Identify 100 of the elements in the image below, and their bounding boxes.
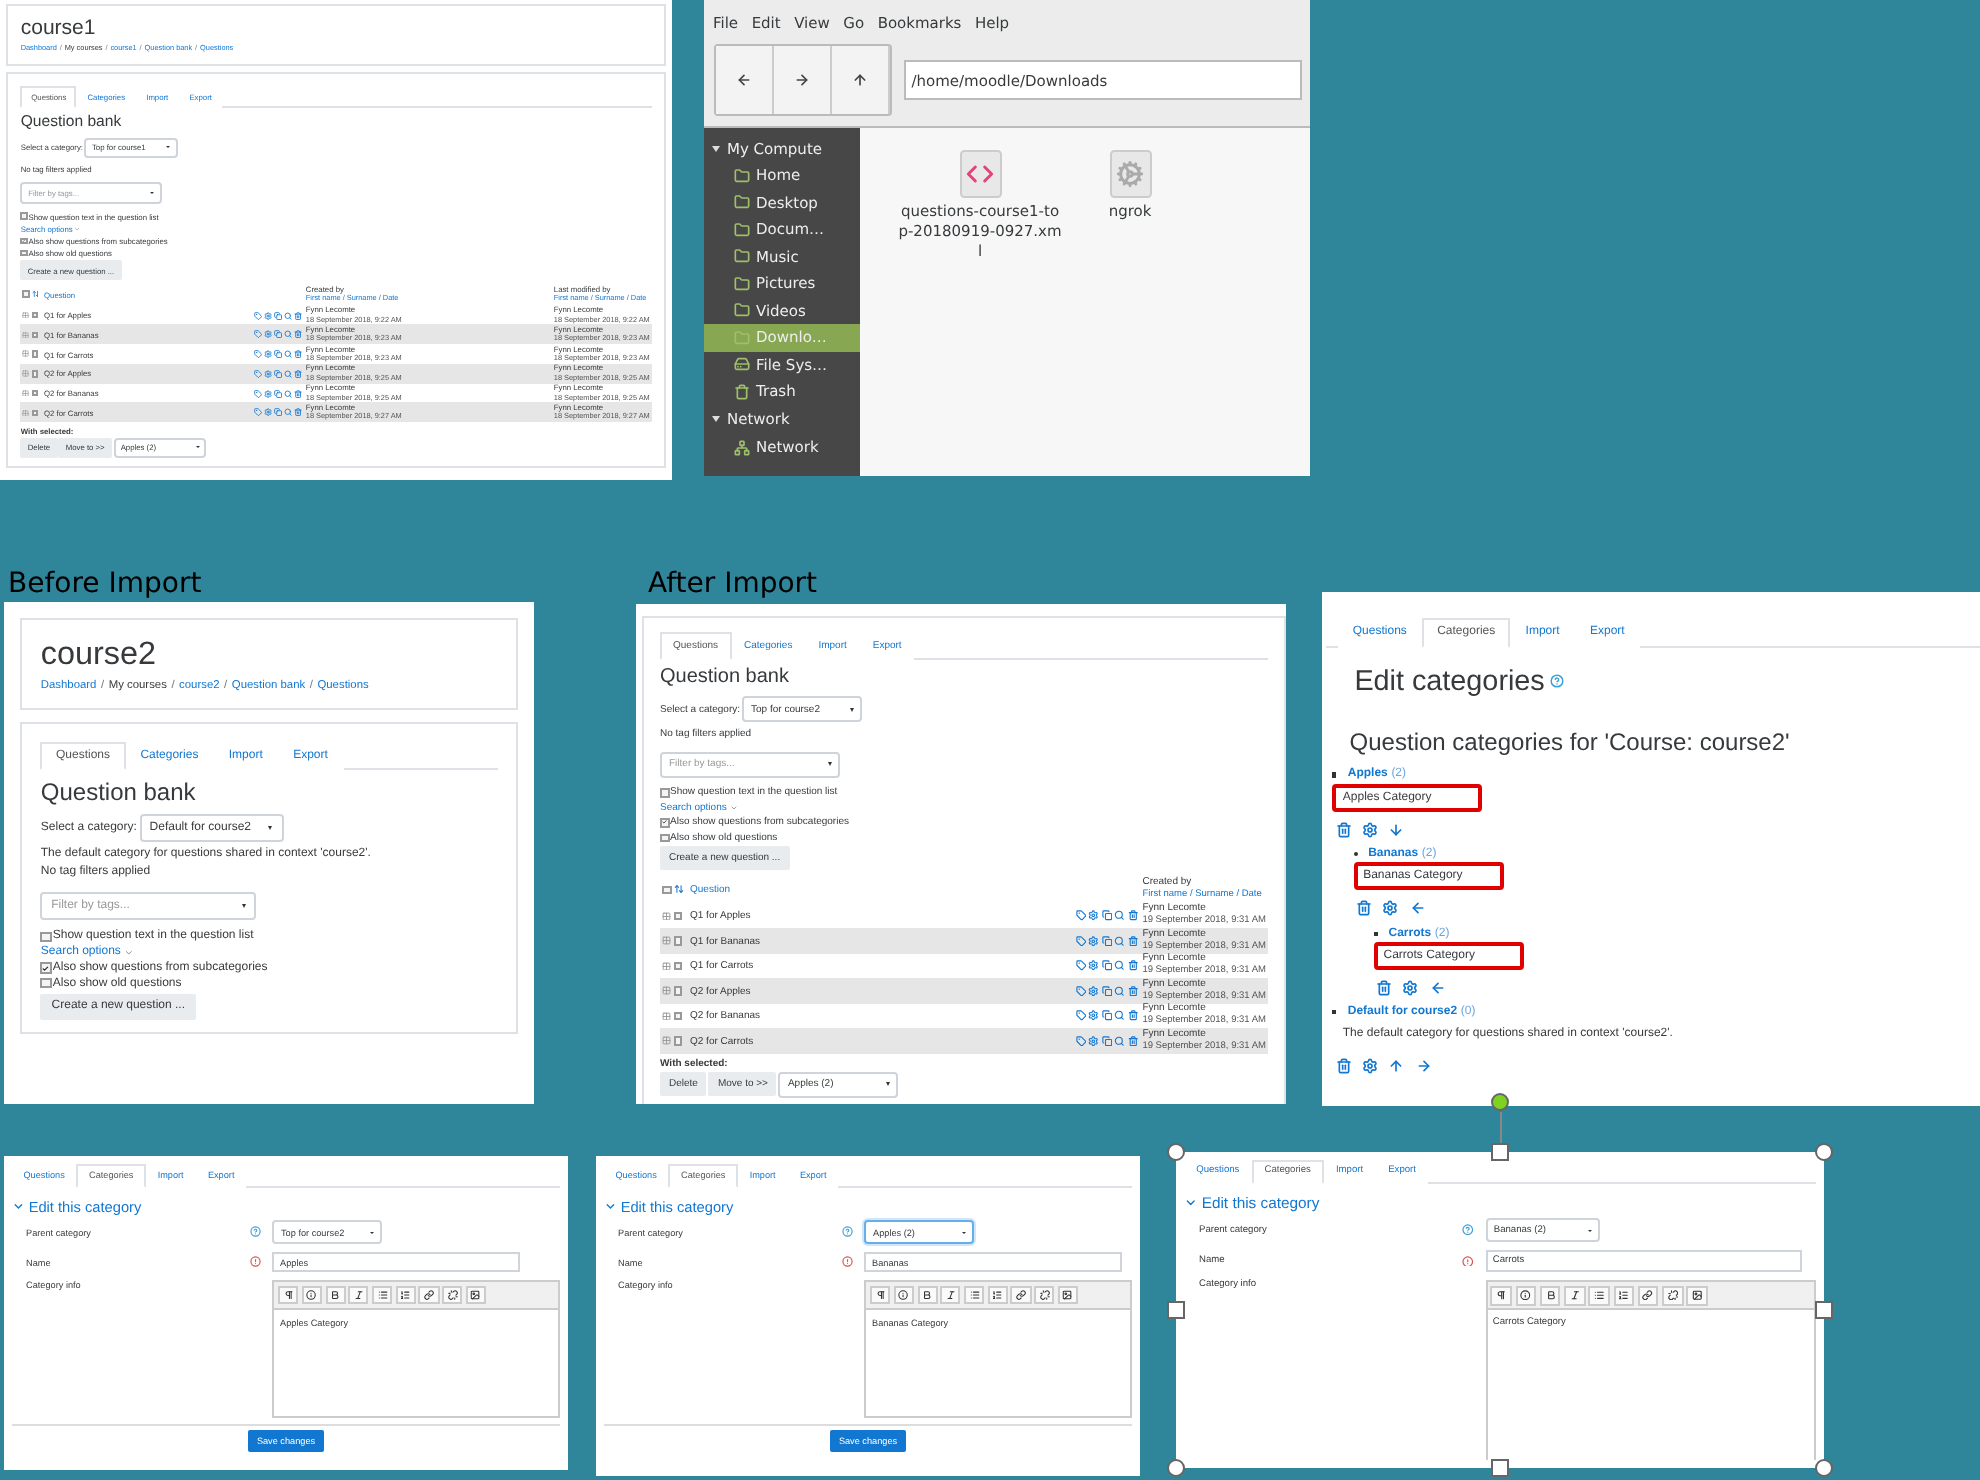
tag-icon[interactable] (254, 389, 263, 398)
search-icon[interactable] (1114, 960, 1126, 972)
checkbox[interactable] (31, 370, 39, 378)
copy-icon[interactable] (1101, 1010, 1113, 1022)
checkbox[interactable] (673, 961, 683, 971)
trash-icon[interactable] (1127, 1035, 1139, 1047)
toolbar-button[interactable] (1490, 1285, 1512, 1306)
resize-handle[interactable] (1167, 1459, 1185, 1477)
gear-icon[interactable] (1088, 985, 1100, 997)
search-icon[interactable] (1114, 1035, 1126, 1047)
search-icon[interactable] (284, 408, 293, 417)
trash-icon[interactable] (294, 369, 303, 378)
toolbar-button[interactable] (1661, 1285, 1684, 1306)
tag-icon[interactable] (254, 369, 263, 378)
search-icon[interactable] (284, 311, 293, 320)
search-icon[interactable] (284, 369, 293, 378)
gear-icon[interactable] (1402, 979, 1419, 996)
toolbar-button[interactable] (1010, 1286, 1032, 1305)
copy-icon[interactable] (274, 369, 283, 378)
copy-icon[interactable] (1101, 1035, 1113, 1047)
checkbox[interactable] (673, 936, 683, 946)
tag-icon[interactable] (1075, 985, 1087, 997)
left-arrow-icon[interactable] (1409, 900, 1426, 917)
toolbar-button[interactable] (1613, 1285, 1635, 1306)
trash-icon[interactable] (294, 330, 303, 339)
copy-icon[interactable] (274, 350, 283, 359)
gear-icon[interactable] (1088, 960, 1100, 972)
checkbox[interactable] (31, 311, 39, 319)
file-icon[interactable] (959, 150, 1001, 199)
checkbox[interactable] (20, 249, 28, 257)
search-icon[interactable] (1114, 1010, 1126, 1022)
gear-icon[interactable] (264, 408, 273, 417)
gear-icon[interactable] (1088, 1035, 1100, 1047)
checkbox[interactable] (31, 331, 39, 339)
copy-icon[interactable] (1101, 960, 1113, 972)
trash-icon[interactable] (1335, 821, 1352, 838)
resize-handle[interactable] (1491, 1143, 1509, 1161)
toolbar-button[interactable] (940, 1286, 961, 1305)
toolbar-button[interactable] (1034, 1286, 1055, 1305)
gear-icon[interactable] (264, 369, 273, 378)
up-arrow-icon[interactable] (1388, 1058, 1405, 1075)
tag-icon[interactable] (254, 408, 263, 417)
toolbar-button[interactable] (1637, 1285, 1659, 1306)
toolbar-button[interactable] (465, 1286, 486, 1305)
tag-icon[interactable] (254, 311, 263, 320)
trash-icon[interactable] (1375, 979, 1392, 996)
tag-icon[interactable] (1075, 910, 1087, 922)
checkbox[interactable] (31, 389, 39, 397)
trash-icon[interactable] (1127, 935, 1139, 947)
toolbar-button[interactable] (1057, 1286, 1078, 1305)
right-arrow-icon[interactable] (1415, 1058, 1432, 1075)
toolbar-button[interactable] (278, 1286, 299, 1305)
toolbar-button[interactable] (1686, 1285, 1708, 1306)
search-icon[interactable] (1114, 935, 1126, 947)
trash-icon[interactable] (1127, 910, 1139, 922)
toolbar-button[interactable] (418, 1286, 440, 1305)
toolbar-button[interactable] (1588, 1285, 1610, 1306)
checkbox[interactable] (673, 1011, 683, 1021)
file-icon[interactable] (1109, 150, 1151, 199)
toolbar-button[interactable] (325, 1286, 346, 1305)
expand-icon[interactable] (711, 416, 720, 423)
tag-icon[interactable] (1075, 960, 1087, 972)
copy-icon[interactable] (1101, 985, 1113, 997)
checkbox[interactable] (40, 978, 52, 989)
gear-icon[interactable] (264, 389, 273, 398)
copy-icon[interactable] (274, 311, 283, 320)
checkbox[interactable] (673, 911, 683, 921)
expand-icon[interactable] (711, 145, 720, 152)
copy-icon[interactable] (274, 408, 283, 417)
gear-icon[interactable] (264, 330, 273, 339)
toolbar-button[interactable] (395, 1286, 416, 1305)
toolbar-button[interactable] (870, 1286, 891, 1305)
tag-icon[interactable] (1075, 935, 1087, 947)
checkbox[interactable] (31, 409, 39, 417)
resize-handle[interactable] (1815, 1143, 1833, 1161)
rotation-handle[interactable] (1491, 1093, 1509, 1111)
resize-handle[interactable] (1167, 1143, 1185, 1161)
resize-handle[interactable] (1815, 1459, 1833, 1477)
copy-icon[interactable] (274, 389, 283, 398)
checkbox[interactable] (40, 962, 52, 974)
toolbar-button[interactable] (917, 1286, 938, 1305)
checkbox[interactable] (673, 1036, 683, 1046)
checkbox[interactable] (31, 350, 39, 358)
resize-handle[interactable] (1815, 1301, 1833, 1319)
tag-icon[interactable] (254, 330, 263, 339)
search-icon[interactable] (284, 389, 293, 398)
checkbox[interactable] (20, 237, 28, 245)
trash-icon[interactable] (1127, 1010, 1139, 1022)
left-arrow-icon[interactable] (1429, 979, 1446, 996)
toolbar-button[interactable] (1564, 1285, 1586, 1306)
trash-icon[interactable] (294, 389, 303, 398)
resize-handle[interactable] (1491, 1459, 1509, 1477)
checkbox[interactable] (660, 788, 669, 797)
trash-icon[interactable] (294, 408, 303, 417)
gear-icon[interactable] (264, 311, 273, 320)
toolbar-button[interactable] (1539, 1285, 1561, 1306)
search-icon[interactable] (1114, 910, 1126, 922)
tag-icon[interactable] (254, 350, 263, 359)
checkbox[interactable] (20, 212, 28, 220)
tag-icon[interactable] (1075, 1035, 1087, 1047)
